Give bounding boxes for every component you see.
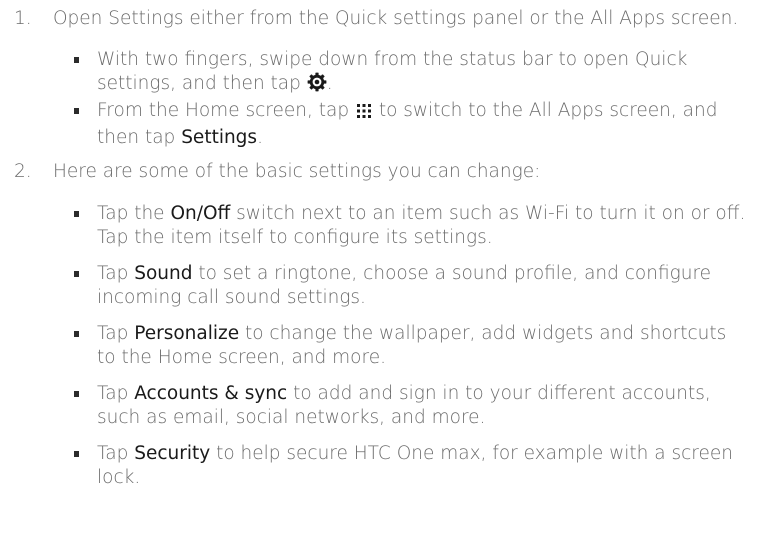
bullet-list: With two fingers, swipe down from the st… [53,48,747,150]
bullet-text: From the Home screen, tap [97,100,355,121]
bullet-text: With two fingers, swipe down from the st… [97,49,688,94]
bullet-text: Tap [97,383,135,404]
step-text: Open Settings either from the Quick sett… [53,8,739,29]
ui-term: Sound [134,263,193,284]
gear-icon [307,72,327,99]
ui-term: Security [134,443,211,464]
ui-term: Accounts & sync [134,383,288,404]
ui-term: Settings [181,127,258,148]
step-text: Here are some of the basic settings you … [53,161,541,182]
step-number: 2. [14,161,32,182]
bullet-list: Tap the On/Off switch next to an item su… [53,202,747,490]
bullet-item: Tap Personalize to change the wallpaper,… [74,322,747,370]
all-apps-grid-icon [355,102,373,126]
bullet-text: Tap [97,263,135,284]
bullet-item: With two fingers, swipe down from the st… [74,48,747,99]
bullet-item: From the Home screen, tap to switch to t… [74,99,747,150]
step-number: 1. [14,8,32,29]
bullet-item: Tap Accounts & sync to add and sign in t… [74,382,747,430]
ui-term: On/Off [170,203,231,224]
bullet-text: Tap [97,323,135,344]
bullet-text: Tap [97,443,135,464]
step-1: 1. Open Settings either from the Quick s… [0,7,761,150]
bullet-item: Tap Sound to set a ringtone, choose a so… [74,262,747,310]
document-body: 1. Open Settings either from the Quick s… [0,7,761,490]
bullet-item: Tap the On/Off switch next to an item su… [74,202,747,250]
step-2: 2. Here are some of the basic settings y… [0,160,761,490]
ui-term: Personalize [134,323,240,344]
bullet-text: . [257,127,263,148]
bullet-item: Tap Security to help secure HTC One max,… [74,442,747,490]
bullet-text: Tap the [97,203,171,224]
bullet-text: . [326,73,333,94]
